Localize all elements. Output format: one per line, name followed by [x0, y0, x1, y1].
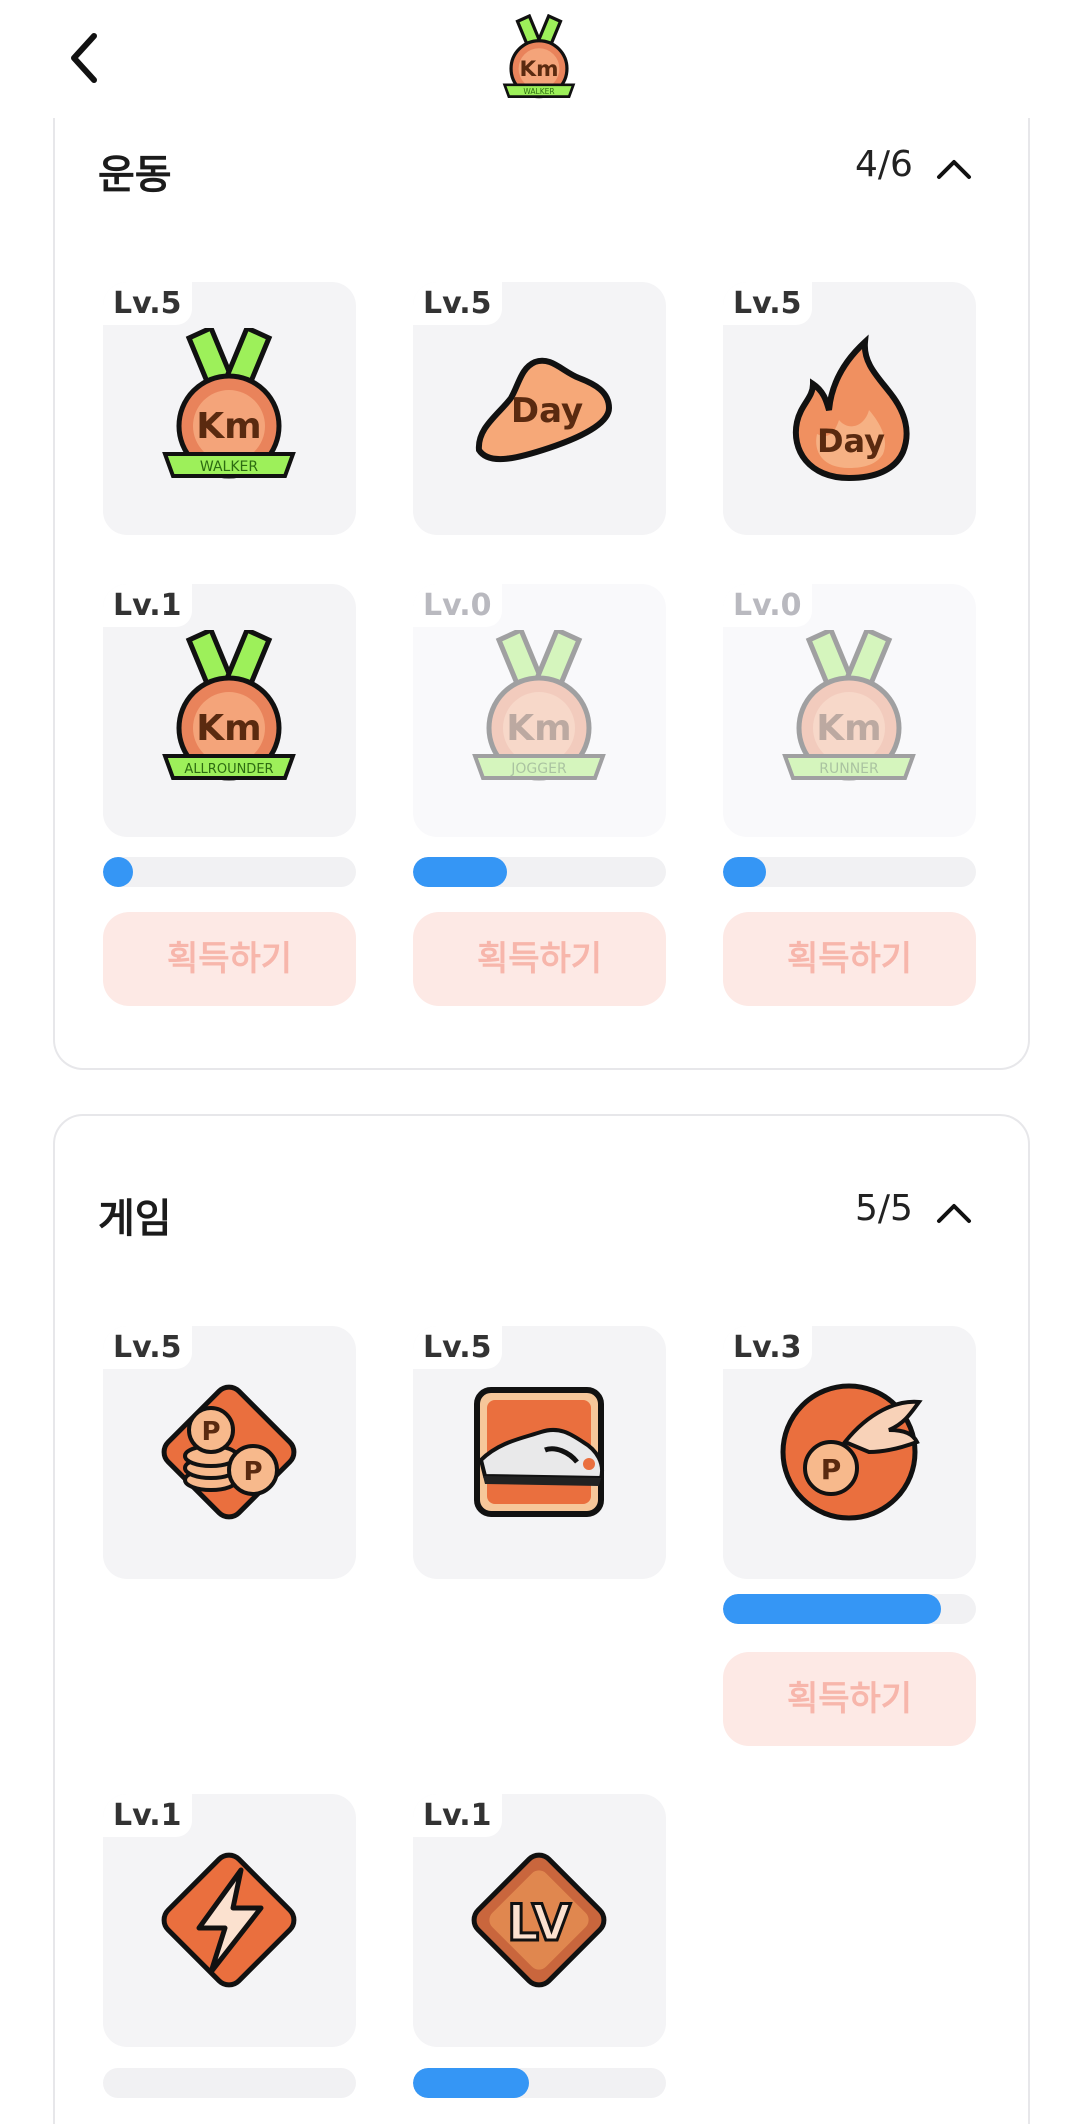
progress-fill: [723, 857, 766, 887]
svg-text:P: P: [243, 1457, 262, 1487]
level-label: Lv.5: [413, 1326, 502, 1369]
exercise-section-card: 운동 4/6 Lv.5 Km WALKER Lv.5 Day Lv.5 Day: [53, 90, 1030, 1070]
svg-text:LV: LV: [507, 1894, 571, 1952]
level-label: Lv.5: [103, 1326, 192, 1369]
badge-tile[interactable]: Lv.3 P: [723, 1326, 976, 1579]
acquire-button[interactable]: 획득하기: [103, 912, 356, 1006]
svg-text:Km: Km: [816, 708, 881, 749]
km-walker-medal-icon: Km WALKER: [502, 13, 576, 99]
svg-text:RUNNER: RUNNER: [819, 761, 879, 777]
svg-text:Km: Km: [506, 708, 571, 749]
acquire-button[interactable]: 획득하기: [413, 912, 666, 1006]
level-label: Lv.1: [103, 584, 192, 627]
progress-bar: [723, 857, 976, 887]
section-count: 5/5: [855, 1188, 913, 1229]
badge-tile[interactable]: Lv.0 Km JOGGER: [413, 584, 666, 837]
day-flame-icon: Day: [792, 334, 910, 482]
badge-tile[interactable]: Lv.5 Day: [413, 282, 666, 535]
level-label: Lv.5: [103, 282, 192, 325]
progress-bar: [723, 1594, 976, 1624]
badge-tile[interactable]: Lv.5 Day: [723, 282, 976, 535]
level-label: Lv.0: [413, 584, 502, 627]
level-label: Lv.5: [723, 282, 812, 325]
level-label: Lv.1: [103, 1794, 192, 1837]
section-title: 운동: [98, 152, 172, 198]
lightning-icon: [161, 1852, 297, 1988]
section-title: 게임: [98, 1196, 172, 1242]
svg-text:WALKER: WALKER: [200, 459, 258, 475]
badge-tile[interactable]: Lv.5 P P: [103, 1326, 356, 1579]
svg-text:P: P: [821, 1453, 842, 1486]
progress-fill: [413, 857, 507, 887]
svg-text:ALLROUNDER: ALLROUNDER: [184, 762, 273, 777]
badge-tile[interactable]: Lv.5: [413, 1326, 666, 1579]
svg-text:JOGGER: JOGGER: [510, 761, 567, 777]
km-allrounder-medal-icon: Km ALLROUNDER: [162, 630, 296, 781]
svg-text:Km: Km: [519, 57, 558, 82]
km-jogger-medal-icon: Km JOGGER: [472, 630, 606, 781]
svg-text:Km: Km: [196, 406, 261, 447]
progress-fill: [413, 2068, 530, 2098]
day-sneaker-icon: Day: [475, 357, 613, 463]
svg-text:Day: Day: [511, 391, 583, 431]
level-label: Lv.0: [723, 584, 812, 627]
km-runner-medal-icon: Km RUNNER: [782, 630, 916, 781]
lv-diamond-icon: LV: [471, 1852, 607, 1988]
acquire-button[interactable]: 획득하기: [723, 912, 976, 1006]
badge-tile[interactable]: Lv.5 Km WALKER: [103, 282, 356, 535]
svg-text:P: P: [201, 1417, 220, 1447]
top-bar: Km WALKER: [0, 0, 1080, 118]
progress-bar: [413, 857, 666, 887]
level-label: Lv.1: [413, 1794, 502, 1837]
badge-tile[interactable]: Lv.1 Km ALLROUNDER: [103, 584, 356, 837]
chevron-up-icon[interactable]: [934, 1197, 974, 1227]
game-section-card: 게임 5/5 Lv.5 P P Lv.5 Lv.3 P 획득하기 Lv.1 Lv…: [53, 1114, 1030, 2124]
point-coins-icon: P P: [161, 1384, 297, 1520]
header-badge: Km WALKER: [496, 13, 582, 104]
chevron-up-icon[interactable]: [934, 153, 974, 183]
section-count: 4/6: [855, 144, 913, 185]
acquire-button[interactable]: 획득하기: [723, 1652, 976, 1746]
progress-bar: [413, 2068, 666, 2098]
back-arrow-icon: [71, 33, 97, 83]
level-label: Lv.5: [413, 282, 502, 325]
progress-fill: [103, 857, 133, 887]
progress-bar: [103, 2068, 356, 2098]
progress-bar: [103, 857, 356, 887]
level-label: Lv.3: [723, 1326, 812, 1369]
progress-fill: [723, 1594, 941, 1624]
svg-text:Km: Km: [196, 708, 261, 749]
winged-point-icon: P: [780, 1383, 923, 1521]
svg-text:WALKER: WALKER: [523, 87, 554, 96]
km-walker-medal-icon: Km WALKER: [162, 328, 296, 479]
svg-text:Day: Day: [817, 422, 885, 460]
badge-tile[interactable]: Lv.1 LV: [413, 1794, 666, 2047]
badge-tile[interactable]: Lv.1: [103, 1794, 356, 2047]
back-button[interactable]: [62, 30, 112, 86]
sneaker-card-icon: [474, 1387, 604, 1517]
badge-tile[interactable]: Lv.0 Km RUNNER: [723, 584, 976, 837]
